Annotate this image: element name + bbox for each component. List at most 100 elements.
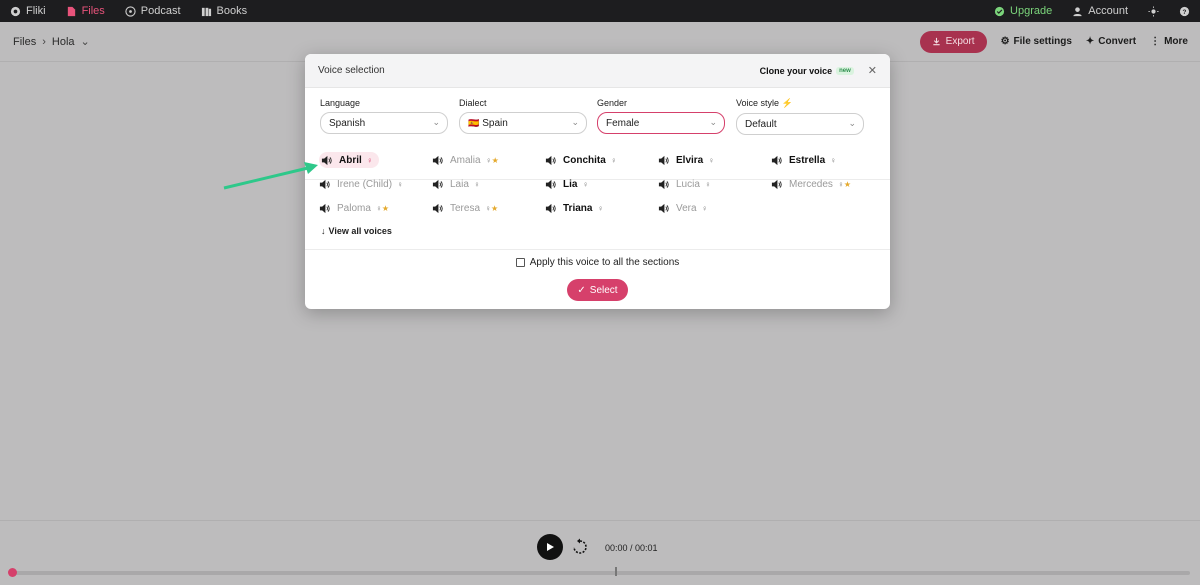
- chevron-right-icon: ›: [42, 35, 46, 48]
- speaker-icon[interactable]: [432, 155, 443, 166]
- arrow-down-icon: ↓: [321, 226, 326, 236]
- progress-track[interactable]: [10, 571, 1190, 575]
- replay-icon[interactable]: [571, 538, 589, 556]
- voice-lucia[interactable]: Lucia ♀: [658, 176, 711, 192]
- podcast-icon: [125, 5, 136, 17]
- apply-all-checkbox[interactable]: [515, 258, 525, 267]
- annotation-arrow: [223, 162, 318, 190]
- view-all-voices-link[interactable]: ↓ View all voices: [321, 226, 392, 236]
- books-icon: [201, 7, 211, 16]
- spain-flag-icon: 🇪🇸: [468, 117, 480, 128]
- chevron-down-icon: ⌄: [709, 117, 717, 127]
- help-button[interactable]: ?: [1169, 0, 1200, 22]
- nav-files[interactable]: Files: [56, 0, 115, 22]
- chevron-down-icon: ⌄: [432, 117, 440, 127]
- female-icon: ♀: [701, 203, 708, 213]
- gear-icon: [10, 6, 21, 16]
- theme-toggle[interactable]: [1138, 0, 1169, 22]
- speaker-icon[interactable]: [319, 203, 330, 214]
- gender-label: Gender: [597, 98, 628, 108]
- convert-button[interactable]: ✦ Convert: [1086, 36, 1136, 47]
- voice-laia[interactable]: Laia ♀: [432, 176, 480, 192]
- voice-style-select[interactable]: Default ⌄: [736, 113, 864, 135]
- nav-books[interactable]: Books: [191, 0, 258, 22]
- upgrade-label: Upgrade: [1010, 5, 1053, 17]
- file-settings-button[interactable]: ⚙ File settings: [1001, 36, 1072, 47]
- voice-abril[interactable]: Abril ♀: [319, 152, 379, 168]
- breadcrumb-current[interactable]: Hola: [52, 36, 75, 48]
- export-button[interactable]: Export: [919, 30, 987, 53]
- female-icon: ♀: [708, 155, 715, 165]
- voice-mercedes[interactable]: Mercedes ♀ ★: [771, 176, 851, 192]
- select-label: Select: [589, 284, 618, 296]
- sun-icon: [1148, 5, 1159, 17]
- voice-paloma[interactable]: Paloma ♀ ★: [319, 200, 389, 216]
- convert-label: Convert: [1098, 36, 1137, 47]
- female-icon: ♀: [610, 155, 617, 165]
- more-button[interactable]: ⋮ More: [1150, 36, 1188, 47]
- star-icon: ★: [381, 203, 390, 213]
- audio-player: 00:00 / 00:01: [0, 520, 1200, 585]
- speaker-icon[interactable]: [771, 179, 782, 190]
- svg-text:?: ?: [1183, 8, 1187, 15]
- speaker-icon[interactable]: [432, 179, 443, 190]
- voice-irene-child[interactable]: Irene (Child) ♀: [319, 176, 403, 192]
- voice-name: Lia: [563, 178, 578, 190]
- speaker-icon[interactable]: [771, 155, 782, 166]
- voice-amalia[interactable]: Amalia ♀ ★: [432, 152, 499, 168]
- voice-estrella[interactable]: Estrella ♀: [771, 152, 836, 168]
- voice-conchita[interactable]: Conchita ♀: [545, 152, 617, 168]
- help-icon: ?: [1179, 6, 1190, 16]
- select-button[interactable]: ✓ Select: [567, 279, 628, 301]
- dialect-select[interactable]: 🇪🇸 Spain ⌄: [459, 112, 587, 134]
- voice-name: Lucia: [676, 178, 700, 190]
- speaker-icon[interactable]: [545, 203, 556, 214]
- clone-voice-link[interactable]: Clone your voice new: [760, 66, 854, 76]
- progress-thumb[interactable]: [8, 568, 17, 577]
- voice-lia[interactable]: Lia ♀: [545, 176, 588, 192]
- female-icon: ♀: [473, 179, 480, 189]
- main-nav: Fliki Files Podcast Books: [0, 0, 257, 22]
- star-icon: ★: [843, 179, 852, 189]
- section-marker: [615, 567, 617, 576]
- nav-podcast[interactable]: Podcast: [115, 0, 191, 22]
- speaker-icon[interactable]: [321, 155, 332, 166]
- female-icon: ♀: [366, 155, 373, 165]
- lightning-icon: ⚡: [781, 98, 793, 108]
- account-link[interactable]: Account: [1062, 0, 1138, 22]
- language-select[interactable]: Spanish ⌄: [320, 112, 448, 134]
- speaker-icon[interactable]: [658, 179, 669, 190]
- breadcrumb-files[interactable]: Files: [13, 36, 36, 48]
- voice-name: Irene (Child): [337, 178, 393, 190]
- modal-title: Voice selection: [318, 65, 385, 76]
- voice-teresa[interactable]: Teresa ♀ ★: [432, 200, 498, 216]
- speaker-icon[interactable]: [658, 155, 669, 166]
- female-icon: ♀: [704, 179, 711, 189]
- female-icon: ♀: [597, 203, 604, 213]
- close-icon[interactable]: ✕: [868, 64, 877, 77]
- gender-select[interactable]: Female ⌄: [597, 112, 725, 134]
- account-label: Account: [1088, 5, 1128, 17]
- speaker-icon[interactable]: [545, 155, 556, 166]
- download-icon: [933, 37, 940, 46]
- voice-vera[interactable]: Vera ♀: [658, 200, 708, 216]
- apply-all-label: Apply this voice to all the sections: [529, 257, 680, 268]
- star-icon: ★: [491, 155, 499, 165]
- chevron-down-icon[interactable]: ⌄: [81, 35, 90, 48]
- top-right-actions: Upgrade Account ?: [984, 0, 1200, 22]
- speaker-icon[interactable]: [658, 203, 669, 214]
- voice-grid: Abril ♀ Amalia ♀ ★ Conchita ♀ Elvira ♀ E…: [319, 152, 879, 246]
- voice-elvira[interactable]: Elvira ♀: [658, 152, 714, 168]
- language-value: Spanish: [329, 117, 366, 129]
- upgrade-link[interactable]: Upgrade: [984, 0, 1062, 22]
- breadcrumb: Files › Hola ⌄: [0, 35, 90, 49]
- language-filter: Language Spanish ⌄: [320, 98, 448, 134]
- speaker-icon[interactable]: [545, 179, 556, 190]
- star-icon: ★: [491, 203, 499, 213]
- chevron-down-icon: ⌄: [571, 117, 579, 127]
- play-button[interactable]: [537, 534, 563, 560]
- brand-fliki[interactable]: Fliki: [0, 0, 56, 22]
- voice-style-filter: Voice style ⚡ Default ⌄: [736, 98, 864, 135]
- speaker-icon[interactable]: [432, 203, 443, 214]
- voice-triana[interactable]: Triana ♀: [545, 200, 603, 216]
